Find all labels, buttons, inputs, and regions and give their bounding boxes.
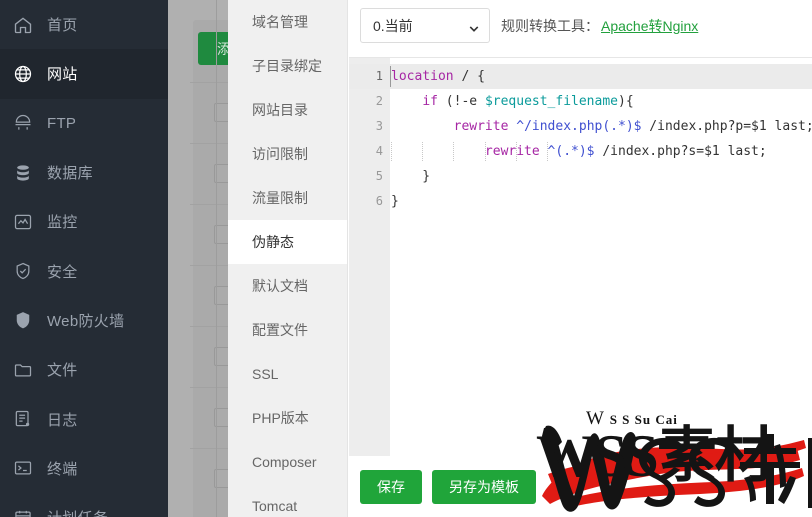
code-editor[interactable]: 1 location / { 2 if (!-e $request_filena… xyxy=(349,57,812,456)
menu-item-access-limit[interactable]: 访问限制 xyxy=(228,132,347,176)
line-text: location / { xyxy=(391,69,485,84)
rewrite-toolbar: 0.当前 规则转换工具： Apache转Nginx xyxy=(360,8,698,43)
code-line: 5 } xyxy=(349,164,812,189)
ftp-icon xyxy=(12,112,34,134)
menu-item-config-file[interactable]: 配置文件 xyxy=(228,308,347,352)
sidebar-item-label: 安全 xyxy=(47,263,78,281)
code-line: 2 if (!-e $request_filename){ xyxy=(349,89,812,114)
sidebar-item-label: FTP xyxy=(47,114,77,132)
menu-item-site-dir[interactable]: 网站目录 xyxy=(228,88,347,132)
menu-item-php-version[interactable]: PHP版本 xyxy=(228,396,347,440)
sidebar-item-logs[interactable]: 日志 xyxy=(0,394,168,443)
save-button[interactable]: 保存 xyxy=(360,470,422,504)
menu-item-label: SSL xyxy=(252,366,279,382)
menu-item-label: 网站目录 xyxy=(252,102,308,118)
shield-icon xyxy=(12,309,34,331)
sidebar-item-label: 首页 xyxy=(47,17,78,35)
apache-to-nginx-link[interactable]: Apache转Nginx xyxy=(601,16,698,36)
menu-item-label: 默认文档 xyxy=(252,278,308,294)
menu-item-subdir-bind[interactable]: 子目录绑定 xyxy=(228,44,347,88)
sidebar-item-home[interactable]: 首页 xyxy=(0,0,168,49)
menu-item-label: 域名管理 xyxy=(252,14,308,30)
calendar-icon xyxy=(12,507,34,517)
line-text: if (!-e $request_filename){ xyxy=(422,94,634,109)
modal-menu: 域名管理 子目录绑定 网站目录 访问限制 流量限制 伪静态 默认文档 配置文件 … xyxy=(228,0,348,517)
menu-item-domain[interactable]: 域名管理 xyxy=(228,0,347,44)
sidebar-item-security[interactable]: 安全 xyxy=(0,246,168,295)
sidebar-item-label: 监控 xyxy=(47,214,78,232)
line-number: 6 xyxy=(375,194,383,208)
modal-body: 0.当前 规则转换工具： Apache转Nginx 1 location / {… xyxy=(349,0,812,517)
rewrite-rule-select-wrapper[interactable]: 0.当前 xyxy=(360,8,490,43)
line-text: rewrite ^(.*)$ /index.php?s=$1 last; xyxy=(484,144,767,159)
website-settings-modal: 域名管理 子目录绑定 网站目录 访问限制 流量限制 伪静态 默认文档 配置文件 … xyxy=(228,0,812,517)
rewrite-rule-select[interactable]: 0.当前 xyxy=(360,8,490,43)
menu-item-composer[interactable]: Composer xyxy=(228,440,347,484)
menu-item-default-doc[interactable]: 默认文档 xyxy=(228,264,347,308)
background-divider xyxy=(216,0,217,517)
sidebar-item-files[interactable]: 文件 xyxy=(0,345,168,394)
sidebar-item-label: Web防火墙 xyxy=(47,312,125,330)
menu-item-label: 配置文件 xyxy=(252,322,308,338)
code-line: 6 } xyxy=(349,189,812,214)
line-text: } xyxy=(391,194,399,209)
line-number: 4 xyxy=(375,144,383,158)
main-sidebar: 首页 网站 FTP 数据库 监控 安全 Web防火墙 文件 日志 终端 xyxy=(0,0,168,517)
app-root: 添加 首页 网站 xyxy=(0,0,812,517)
sidebar-item-label: 日志 xyxy=(47,411,78,429)
shield-check-icon xyxy=(12,260,34,282)
modal-footer: 保存 另存为模板 xyxy=(360,470,536,504)
sidebar-item-monitor[interactable]: 监控 xyxy=(0,197,168,246)
sidebar-item-ftp[interactable]: FTP xyxy=(0,99,168,148)
menu-item-label: 子目录绑定 xyxy=(252,58,322,74)
menu-item-tomcat[interactable]: Tomcat xyxy=(228,484,347,517)
sidebar-item-terminal[interactable]: 终端 xyxy=(0,444,168,493)
menu-item-traffic-limit[interactable]: 流量限制 xyxy=(228,176,347,220)
sidebar-item-waf[interactable]: Web防火墙 xyxy=(0,296,168,345)
sidebar-item-label: 数据库 xyxy=(47,165,93,183)
folder-icon xyxy=(12,359,34,381)
converter-label: 规则转换工具： xyxy=(501,17,599,34)
code-line: 1 location / { xyxy=(349,64,812,89)
menu-item-ssl[interactable]: SSL xyxy=(228,352,347,396)
line-text: } xyxy=(391,169,431,184)
home-icon xyxy=(12,14,34,36)
sidebar-item-cron[interactable]: 计划任务 xyxy=(0,493,168,517)
line-number: 2 xyxy=(375,94,383,108)
globe-icon xyxy=(12,63,34,85)
menu-item-rewrite[interactable]: 伪静态 xyxy=(228,220,347,264)
sidebar-item-label: 终端 xyxy=(47,460,78,478)
menu-item-label: 伪静态 xyxy=(252,234,294,250)
sidebar-item-database[interactable]: 数据库 xyxy=(0,148,168,197)
menu-item-label: Tomcat xyxy=(252,498,298,514)
menu-item-label: 访问限制 xyxy=(252,146,308,162)
line-number: 3 xyxy=(375,119,383,133)
menu-item-label: Composer xyxy=(252,454,317,470)
sidebar-item-website[interactable]: 网站 xyxy=(0,49,168,99)
database-icon xyxy=(12,162,34,184)
code-line: 4 rewrite ^(.*)$ /index.php?s=$1 last; xyxy=(349,139,812,164)
menu-item-label: PHP版本 xyxy=(252,410,309,426)
terminal-icon xyxy=(12,457,34,479)
menu-item-label: 流量限制 xyxy=(252,190,308,206)
log-icon xyxy=(12,408,34,430)
sidebar-item-label: 计划任务 xyxy=(47,507,108,517)
sidebar-item-label: 文件 xyxy=(47,362,78,380)
rewrite-rule-select-value: 0.当前 xyxy=(373,17,413,34)
line-number: 5 xyxy=(375,169,383,183)
line-number: 1 xyxy=(375,69,383,83)
save-as-template-button[interactable]: 另存为模板 xyxy=(432,470,536,504)
code-line: 3 rewrite ^/index.php(.*)$ /index.php?p=… xyxy=(349,114,812,139)
monitor-icon xyxy=(12,211,34,233)
line-text: rewrite ^/index.php(.*)$ /index.php?p=$1… xyxy=(453,119,812,134)
sidebar-item-label: 网站 xyxy=(47,66,78,84)
